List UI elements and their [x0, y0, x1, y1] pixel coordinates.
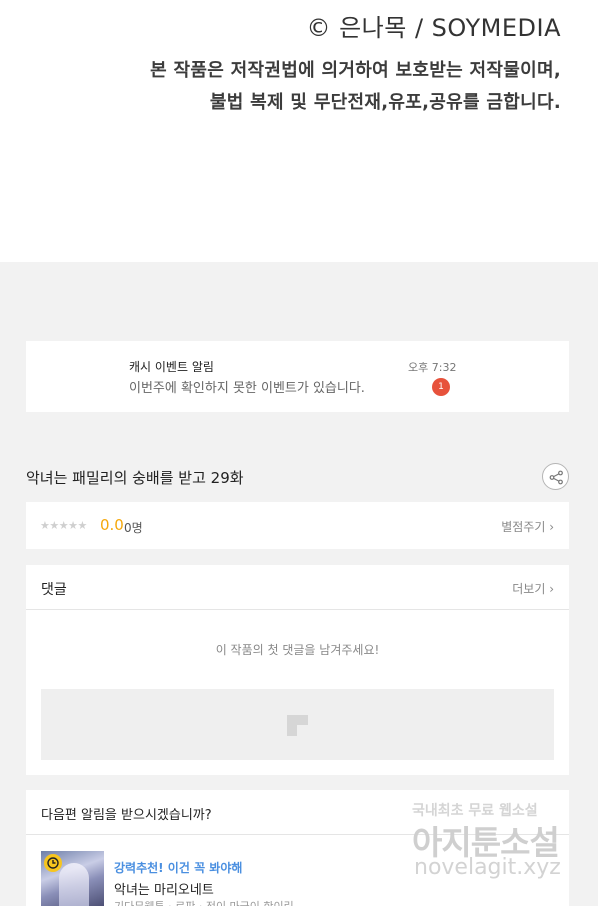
comments-empty-message: 이 작품의 첫 댓글을 남겨주세요!: [215, 643, 380, 657]
notification-time: 오후 7:32: [408, 361, 457, 374]
rate-button[interactable]: 별점주기 ›: [501, 518, 554, 535]
comments-title: 댓글: [41, 582, 67, 598]
recommendation-title[interactable]: 악녀는 마리오네트: [114, 879, 214, 898]
notification-text: 이번주에 확인하지 못한 이벤트가 있습니다.: [129, 381, 365, 396]
next-alert-title: 다음편 알림을 받으시겠습니까?: [41, 808, 212, 823]
notification-count-badge: 1: [432, 378, 450, 396]
comment-input-box[interactable]: [41, 689, 554, 760]
rating-score: 0.0: [100, 516, 124, 534]
rating-count: 0명: [124, 521, 143, 535]
next-alert-header[interactable]: 다음편 알림을 받으시겠습니까?: [26, 790, 569, 835]
share-button[interactable]: [542, 463, 569, 490]
star-rating-icon[interactable]: ★★★★★: [40, 519, 87, 532]
copyright-notice-line-2: 불법 복제 및 무단전재,유포,공유를 금합니다.: [209, 92, 561, 113]
event-notification[interactable]: 캐시 이벤트 알림 이번주에 확인하지 못한 이벤트가 있습니다. 오후 7:3…: [26, 341, 569, 412]
comments-more-button[interactable]: 더보기 ›: [512, 580, 554, 597]
recommendation-tag: 강력추천! 이건 꼭 봐야해: [114, 861, 243, 875]
comments-header: 댓글 더보기 ›: [26, 565, 569, 610]
notification-title: 캐시 이벤트 알림: [129, 360, 214, 374]
share-icon: [549, 470, 563, 485]
copyright-notice-line-1: 본 작품은 저작권법에 의거하여 보호받는 저작물이며,: [150, 60, 561, 81]
recommendation-subtitle: 기다무웹툰 · 로판 · 전이 마금이 한이린: [114, 898, 294, 906]
rating-bar: ★★★★★ 0.0 0명 별점주기 ›: [26, 502, 569, 549]
copyright-section: © 은나목 / SOYMEDIA 본 작품은 저작권법에 의거하여 보호받는 저…: [0, 0, 598, 262]
comment-placeholder-icon: [287, 715, 308, 736]
recommendation-thumbnail[interactable]: [41, 851, 104, 906]
thumbnail-character: [59, 863, 89, 906]
episode-title: 악녀는 패밀리의 숭배를 받고 29화: [26, 469, 244, 487]
copyright-title: © 은나목 / SOYMEDIA: [306, 14, 561, 42]
clock-icon: [44, 854, 62, 872]
next-episode-alert: 다음편 알림을 받으시겠습니까? 강력추천! 이건 꼭 봐야해 악녀는 마리오네…: [26, 790, 569, 906]
comments-section: 댓글 더보기 › 이 작품의 첫 댓글을 남겨주세요!: [26, 565, 569, 775]
